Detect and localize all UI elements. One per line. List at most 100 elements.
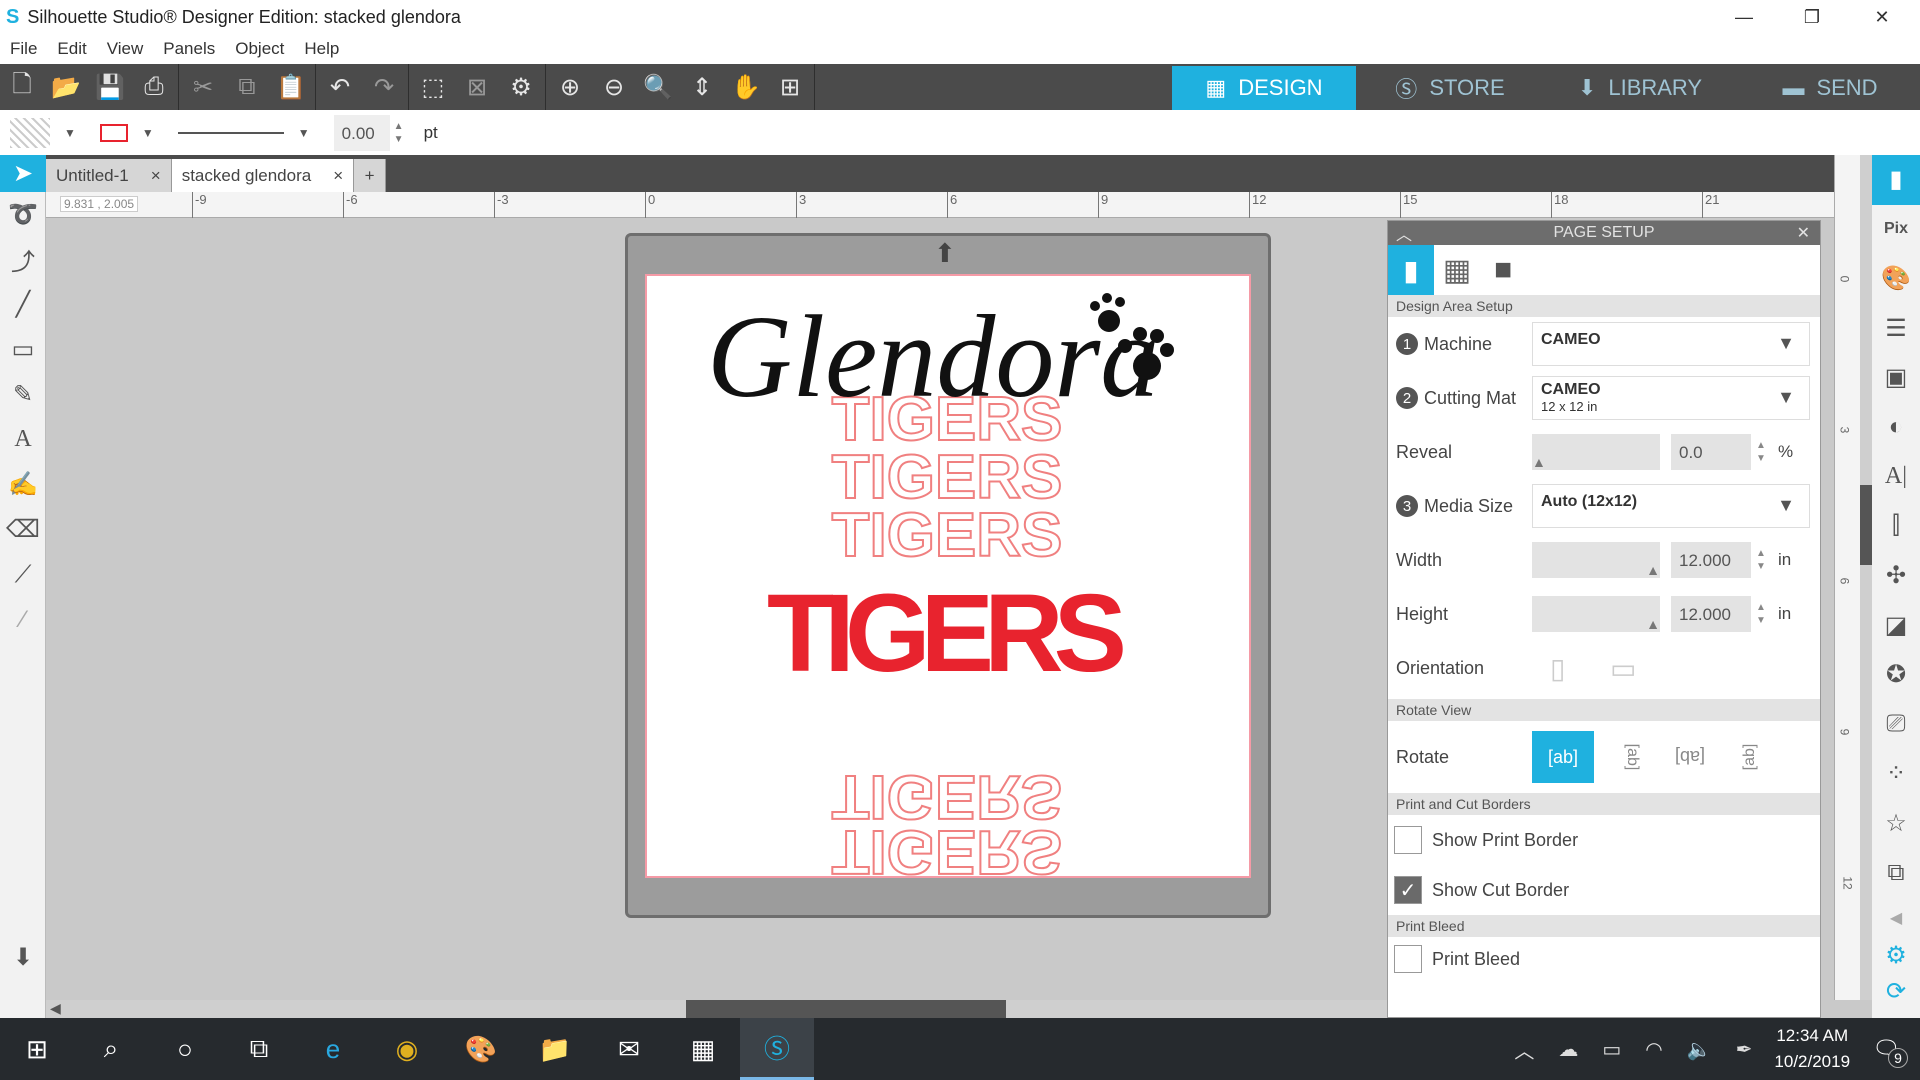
task-view-icon[interactable]: ⧉ xyxy=(222,1018,296,1080)
line-tool-icon[interactable]: ╱ xyxy=(0,282,46,327)
width-input[interactable]: 12.000 xyxy=(1671,542,1751,578)
line-width-input[interactable]: 0.00 xyxy=(333,114,390,151)
calculator-icon[interactable]: ▦ xyxy=(666,1018,740,1080)
horizontal-scroll-thumb[interactable] xyxy=(686,1000,1006,1018)
minimize-button[interactable]: — xyxy=(1714,0,1774,34)
sync-icon[interactable]: ⟳ xyxy=(1872,974,1920,1010)
onedrive-icon[interactable]: ☁ xyxy=(1558,1037,1578,1062)
landscape-icon[interactable]: ▭ xyxy=(1610,652,1636,685)
pan-icon[interactable]: ✋ xyxy=(724,64,768,110)
offset-icon[interactable]: ✪ xyxy=(1872,650,1920,700)
settings-icon[interactable]: ⚙ xyxy=(1872,938,1920,974)
transparency-icon[interactable]: ◐ xyxy=(1872,403,1920,453)
rotate-0-button[interactable]: [ab] xyxy=(1532,731,1594,783)
sketch-icon[interactable]: ⁘ xyxy=(1872,749,1920,799)
modify-icon[interactable]: ◪ xyxy=(1872,601,1920,651)
favorites-icon[interactable]: ☆ xyxy=(1872,799,1920,849)
pencil-tool-icon[interactable]: ✎ xyxy=(0,372,46,417)
print-bleed-checkbox[interactable] xyxy=(1394,945,1422,973)
line-style-sample[interactable] xyxy=(177,131,284,134)
paste-icon[interactable]: 📋 xyxy=(269,64,313,110)
vertical-scrollbar[interactable] xyxy=(1860,155,1872,1000)
save-icon[interactable]: 💾 xyxy=(88,64,132,110)
tigers-outline-reflected-2[interactable]: TIGERS xyxy=(831,816,1064,887)
menu-file[interactable]: File xyxy=(10,39,37,59)
reveal-slider[interactable]: ▲ xyxy=(1532,434,1660,470)
page-setup-tab-icon[interactable]: ▮ xyxy=(1388,245,1434,295)
copy-icon[interactable]: ⧉ xyxy=(225,64,269,110)
cortana-icon[interactable]: ○ xyxy=(148,1018,222,1080)
cut-icon[interactable]: ✂ xyxy=(181,64,225,110)
menu-edit[interactable]: Edit xyxy=(57,39,86,59)
design-artwork[interactable]: TIGERS TIGERS TIGERS TIGERS TIGERS TIGER… xyxy=(647,276,1249,942)
show-hidden-icons-icon[interactable]: ︿ xyxy=(1514,1035,1534,1064)
add-tab-button[interactable]: + xyxy=(354,159,387,192)
print-icon[interactable]: ⎙ xyxy=(132,64,176,110)
text-style-icon[interactable]: A| xyxy=(1872,452,1920,502)
rotate-270-button[interactable]: [ab] xyxy=(1724,737,1776,777)
height-slider[interactable]: ▲ xyxy=(1532,596,1660,632)
search-icon[interactable]: ⌕ xyxy=(74,1018,148,1080)
eraser-tool-icon[interactable]: ⌫ xyxy=(0,507,46,552)
width-slider[interactable]: ▲ xyxy=(1532,542,1660,578)
restore-button[interactable]: ❐ xyxy=(1782,0,1842,34)
eyedropper-tool-icon[interactable]: ⁄ xyxy=(0,597,46,642)
reveal-input[interactable]: 0.0 xyxy=(1671,434,1751,470)
silhouette-studio-taskbar-icon[interactable]: Ⓢ xyxy=(740,1018,814,1080)
menu-object[interactable]: Object xyxy=(235,39,284,59)
line-style-dropdown-arrow[interactable]: ▼ xyxy=(298,126,310,140)
width-spinner[interactable]: ▲ ▼ xyxy=(1756,547,1766,573)
new-icon[interactable]: 🗋 xyxy=(0,64,44,110)
menu-help[interactable]: Help xyxy=(304,39,339,59)
group-icon[interactable]: ⬚ xyxy=(411,64,455,110)
glendora-script[interactable]: Glendora xyxy=(707,291,1159,422)
line-style-icon[interactable]: ☰ xyxy=(1872,304,1920,354)
show-print-border-checkbox[interactable] xyxy=(1394,826,1422,854)
tigers-outline-3[interactable]: TIGERS xyxy=(831,500,1064,571)
line-color-swatch[interactable] xyxy=(99,123,128,142)
open-icon[interactable]: 📂 xyxy=(44,64,88,110)
tigers-solid[interactable]: TIGERS xyxy=(767,572,1127,695)
rotate-90-button[interactable]: [ab] xyxy=(1606,737,1658,777)
close-button[interactable]: ✕ xyxy=(1852,0,1912,34)
collapse-left-icon[interactable]: ◀ xyxy=(1872,898,1920,938)
height-input[interactable]: 12.000 xyxy=(1671,596,1751,632)
trace-icon[interactable]: ▣ xyxy=(1872,353,1920,403)
reveal-spinner[interactable]: ▲ ▼ xyxy=(1756,439,1766,465)
fill-dropdown-arrow[interactable]: ▼ xyxy=(64,126,76,140)
show-print-border-row[interactable]: Show Print Border xyxy=(1388,815,1820,865)
chrome-icon[interactable]: ◉ xyxy=(370,1018,444,1080)
fill-color-icon[interactable]: 🎨 xyxy=(1872,254,1920,304)
rotate-180-button[interactable]: [ab] xyxy=(1664,731,1716,783)
print-bleed-row[interactable]: Print Bleed xyxy=(1388,937,1820,981)
mail-icon[interactable]: ✉ xyxy=(592,1018,666,1080)
show-cut-border-row[interactable]: ✓ Show Cut Border xyxy=(1388,865,1820,915)
close-icon[interactable]: × xyxy=(151,166,161,186)
point-edit-tool-icon[interactable]: ➰ xyxy=(0,192,46,237)
fill-pattern-icon[interactable] xyxy=(10,117,50,148)
collapse-icon[interactable]: ︿ xyxy=(1396,221,1412,245)
zoom-in-icon[interactable]: ⊕ xyxy=(548,64,592,110)
menu-panels[interactable]: Panels xyxy=(163,39,215,59)
file-explorer-icon[interactable]: 📁 xyxy=(518,1018,592,1080)
library-panel-icon[interactable]: ⬇ xyxy=(0,935,46,980)
text-tool-icon[interactable]: A xyxy=(0,417,46,462)
internet-explorer-icon[interactable]: e xyxy=(296,1018,370,1080)
doc-tab-stacked-glendora[interactable]: stacked glendora × xyxy=(171,159,355,192)
curve-tool-icon[interactable]: ⤴ xyxy=(0,237,46,282)
close-icon[interactable]: × xyxy=(333,166,343,186)
zoom-fit-icon[interactable]: ⊞ xyxy=(768,64,812,110)
doc-tab-untitled[interactable]: Untitled-1 × xyxy=(46,159,172,192)
notification-center-icon[interactable]: 🗨 9 xyxy=(1872,1036,1908,1068)
replicate-icon[interactable]: ✣ xyxy=(1872,551,1920,601)
grid-tab-icon[interactable]: ▦ xyxy=(1434,253,1480,288)
rectangle-tool-icon[interactable]: ▭ xyxy=(0,327,46,372)
pixscan-icon[interactable]: Pix xyxy=(1872,205,1920,255)
paint-app-icon[interactable]: 🎨 xyxy=(444,1018,518,1080)
battery-icon[interactable]: ▭ xyxy=(1602,1037,1621,1062)
knife-tool-icon[interactable]: ⟋ xyxy=(0,552,46,597)
scroll-left-icon[interactable]: ◀ xyxy=(50,1000,61,1017)
clock[interactable]: 12:34 AM 10/2/2019 xyxy=(1774,1023,1850,1075)
line-width-spinner[interactable]: ▲ ▼ xyxy=(394,120,404,146)
compound-icon[interactable]: ⚙ xyxy=(499,64,543,110)
